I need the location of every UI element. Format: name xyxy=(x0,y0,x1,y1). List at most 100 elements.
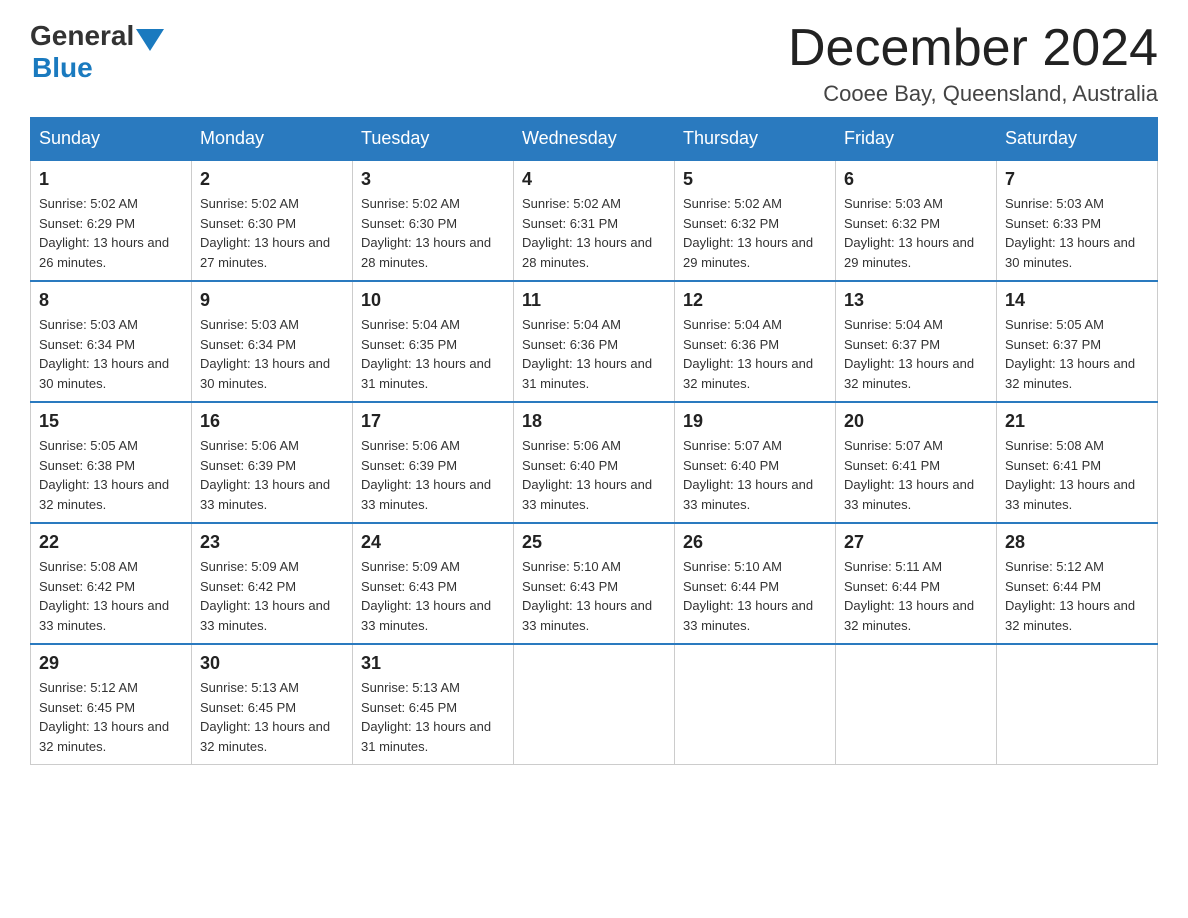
day-number: 9 xyxy=(200,290,344,311)
sunset-text: Sunset: 6:38 PM xyxy=(39,458,135,473)
daylight-text: Daylight: 13 hours and 33 minutes. xyxy=(1005,477,1135,512)
day-number: 7 xyxy=(1005,169,1149,190)
sunrise-text: Sunrise: 5:02 AM xyxy=(361,196,460,211)
sunrise-text: Sunrise: 5:04 AM xyxy=(361,317,460,332)
daylight-text: Daylight: 13 hours and 28 minutes. xyxy=(361,235,491,270)
sunrise-text: Sunrise: 5:12 AM xyxy=(39,680,138,695)
sunset-text: Sunset: 6:37 PM xyxy=(844,337,940,352)
day-number: 15 xyxy=(39,411,183,432)
day-number: 25 xyxy=(522,532,666,553)
day-info: Sunrise: 5:10 AM Sunset: 6:43 PM Dayligh… xyxy=(522,557,666,635)
daylight-text: Daylight: 13 hours and 26 minutes. xyxy=(39,235,169,270)
sunrise-text: Sunrise: 5:13 AM xyxy=(200,680,299,695)
day-number: 10 xyxy=(361,290,505,311)
calendar-cell: 31 Sunrise: 5:13 AM Sunset: 6:45 PM Dayl… xyxy=(353,644,514,765)
calendar-cell: 8 Sunrise: 5:03 AM Sunset: 6:34 PM Dayli… xyxy=(31,281,192,402)
sunset-text: Sunset: 6:30 PM xyxy=(361,216,457,231)
sunset-text: Sunset: 6:45 PM xyxy=(39,700,135,715)
daylight-text: Daylight: 13 hours and 32 minutes. xyxy=(39,719,169,754)
daylight-text: Daylight: 13 hours and 33 minutes. xyxy=(361,598,491,633)
daylight-text: Daylight: 13 hours and 33 minutes. xyxy=(522,477,652,512)
calendar-week-row: 22 Sunrise: 5:08 AM Sunset: 6:42 PM Dayl… xyxy=(31,523,1158,644)
calendar-cell: 19 Sunrise: 5:07 AM Sunset: 6:40 PM Dayl… xyxy=(675,402,836,523)
sunset-text: Sunset: 6:32 PM xyxy=(683,216,779,231)
day-number: 16 xyxy=(200,411,344,432)
day-info: Sunrise: 5:10 AM Sunset: 6:44 PM Dayligh… xyxy=(683,557,827,635)
calendar-cell: 7 Sunrise: 5:03 AM Sunset: 6:33 PM Dayli… xyxy=(997,160,1158,281)
sunset-text: Sunset: 6:39 PM xyxy=(361,458,457,473)
calendar-cell: 29 Sunrise: 5:12 AM Sunset: 6:45 PM Dayl… xyxy=(31,644,192,765)
calendar-title: December 2024 xyxy=(788,20,1158,77)
day-number: 20 xyxy=(844,411,988,432)
day-number: 6 xyxy=(844,169,988,190)
calendar-cell: 10 Sunrise: 5:04 AM Sunset: 6:35 PM Dayl… xyxy=(353,281,514,402)
daylight-text: Daylight: 13 hours and 31 minutes. xyxy=(522,356,652,391)
sunset-text: Sunset: 6:44 PM xyxy=(1005,579,1101,594)
sunrise-text: Sunrise: 5:10 AM xyxy=(683,559,782,574)
sunrise-text: Sunrise: 5:04 AM xyxy=(522,317,621,332)
daylight-text: Daylight: 13 hours and 32 minutes. xyxy=(1005,356,1135,391)
daylight-text: Daylight: 13 hours and 33 minutes. xyxy=(844,477,974,512)
sunset-text: Sunset: 6:32 PM xyxy=(844,216,940,231)
column-header-monday: Monday xyxy=(192,118,353,161)
day-number: 23 xyxy=(200,532,344,553)
logo-triangle-icon xyxy=(136,29,164,51)
day-number: 22 xyxy=(39,532,183,553)
day-number: 30 xyxy=(200,653,344,674)
day-number: 24 xyxy=(361,532,505,553)
sunset-text: Sunset: 6:44 PM xyxy=(844,579,940,594)
sunset-text: Sunset: 6:44 PM xyxy=(683,579,779,594)
calendar-cell xyxy=(997,644,1158,765)
sunrise-text: Sunrise: 5:09 AM xyxy=(361,559,460,574)
sunset-text: Sunset: 6:41 PM xyxy=(1005,458,1101,473)
day-number: 29 xyxy=(39,653,183,674)
sunrise-text: Sunrise: 5:06 AM xyxy=(522,438,621,453)
day-number: 14 xyxy=(1005,290,1149,311)
calendar-cell: 18 Sunrise: 5:06 AM Sunset: 6:40 PM Dayl… xyxy=(514,402,675,523)
day-info: Sunrise: 5:03 AM Sunset: 6:32 PM Dayligh… xyxy=(844,194,988,272)
calendar-cell: 13 Sunrise: 5:04 AM Sunset: 6:37 PM Dayl… xyxy=(836,281,997,402)
daylight-text: Daylight: 13 hours and 33 minutes. xyxy=(683,477,813,512)
day-info: Sunrise: 5:02 AM Sunset: 6:30 PM Dayligh… xyxy=(200,194,344,272)
sunrise-text: Sunrise: 5:09 AM xyxy=(200,559,299,574)
daylight-text: Daylight: 13 hours and 32 minutes. xyxy=(844,356,974,391)
calendar-cell xyxy=(514,644,675,765)
sunrise-text: Sunrise: 5:02 AM xyxy=(683,196,782,211)
sunrise-text: Sunrise: 5:06 AM xyxy=(200,438,299,453)
day-number: 17 xyxy=(361,411,505,432)
column-header-sunday: Sunday xyxy=(31,118,192,161)
sunset-text: Sunset: 6:43 PM xyxy=(361,579,457,594)
sunrise-text: Sunrise: 5:07 AM xyxy=(683,438,782,453)
daylight-text: Daylight: 13 hours and 28 minutes. xyxy=(522,235,652,270)
daylight-text: Daylight: 13 hours and 33 minutes. xyxy=(522,598,652,633)
logo: General Blue xyxy=(30,20,164,84)
day-info: Sunrise: 5:09 AM Sunset: 6:42 PM Dayligh… xyxy=(200,557,344,635)
day-info: Sunrise: 5:13 AM Sunset: 6:45 PM Dayligh… xyxy=(200,678,344,756)
sunrise-text: Sunrise: 5:06 AM xyxy=(361,438,460,453)
calendar-cell: 28 Sunrise: 5:12 AM Sunset: 6:44 PM Dayl… xyxy=(997,523,1158,644)
sunrise-text: Sunrise: 5:07 AM xyxy=(844,438,943,453)
sunrise-text: Sunrise: 5:13 AM xyxy=(361,680,460,695)
day-number: 31 xyxy=(361,653,505,674)
day-number: 1 xyxy=(39,169,183,190)
daylight-text: Daylight: 13 hours and 29 minutes. xyxy=(683,235,813,270)
sunset-text: Sunset: 6:37 PM xyxy=(1005,337,1101,352)
logo-blue-text: Blue xyxy=(32,52,93,83)
page-header: General Blue December 2024 Cooee Bay, Qu… xyxy=(30,20,1158,107)
daylight-text: Daylight: 13 hours and 32 minutes. xyxy=(844,598,974,633)
day-info: Sunrise: 5:04 AM Sunset: 6:35 PM Dayligh… xyxy=(361,315,505,393)
day-info: Sunrise: 5:05 AM Sunset: 6:38 PM Dayligh… xyxy=(39,436,183,514)
sunset-text: Sunset: 6:31 PM xyxy=(522,216,618,231)
daylight-text: Daylight: 13 hours and 31 minutes. xyxy=(361,356,491,391)
calendar-cell: 4 Sunrise: 5:02 AM Sunset: 6:31 PM Dayli… xyxy=(514,160,675,281)
day-number: 21 xyxy=(1005,411,1149,432)
sunset-text: Sunset: 6:45 PM xyxy=(361,700,457,715)
daylight-text: Daylight: 13 hours and 29 minutes. xyxy=(844,235,974,270)
sunrise-text: Sunrise: 5:02 AM xyxy=(39,196,138,211)
calendar-cell: 6 Sunrise: 5:03 AM Sunset: 6:32 PM Dayli… xyxy=(836,160,997,281)
sunrise-text: Sunrise: 5:08 AM xyxy=(1005,438,1104,453)
sunset-text: Sunset: 6:30 PM xyxy=(200,216,296,231)
calendar-cell: 15 Sunrise: 5:05 AM Sunset: 6:38 PM Dayl… xyxy=(31,402,192,523)
calendar-header-row: SundayMondayTuesdayWednesdayThursdayFrid… xyxy=(31,118,1158,161)
sunrise-text: Sunrise: 5:04 AM xyxy=(683,317,782,332)
